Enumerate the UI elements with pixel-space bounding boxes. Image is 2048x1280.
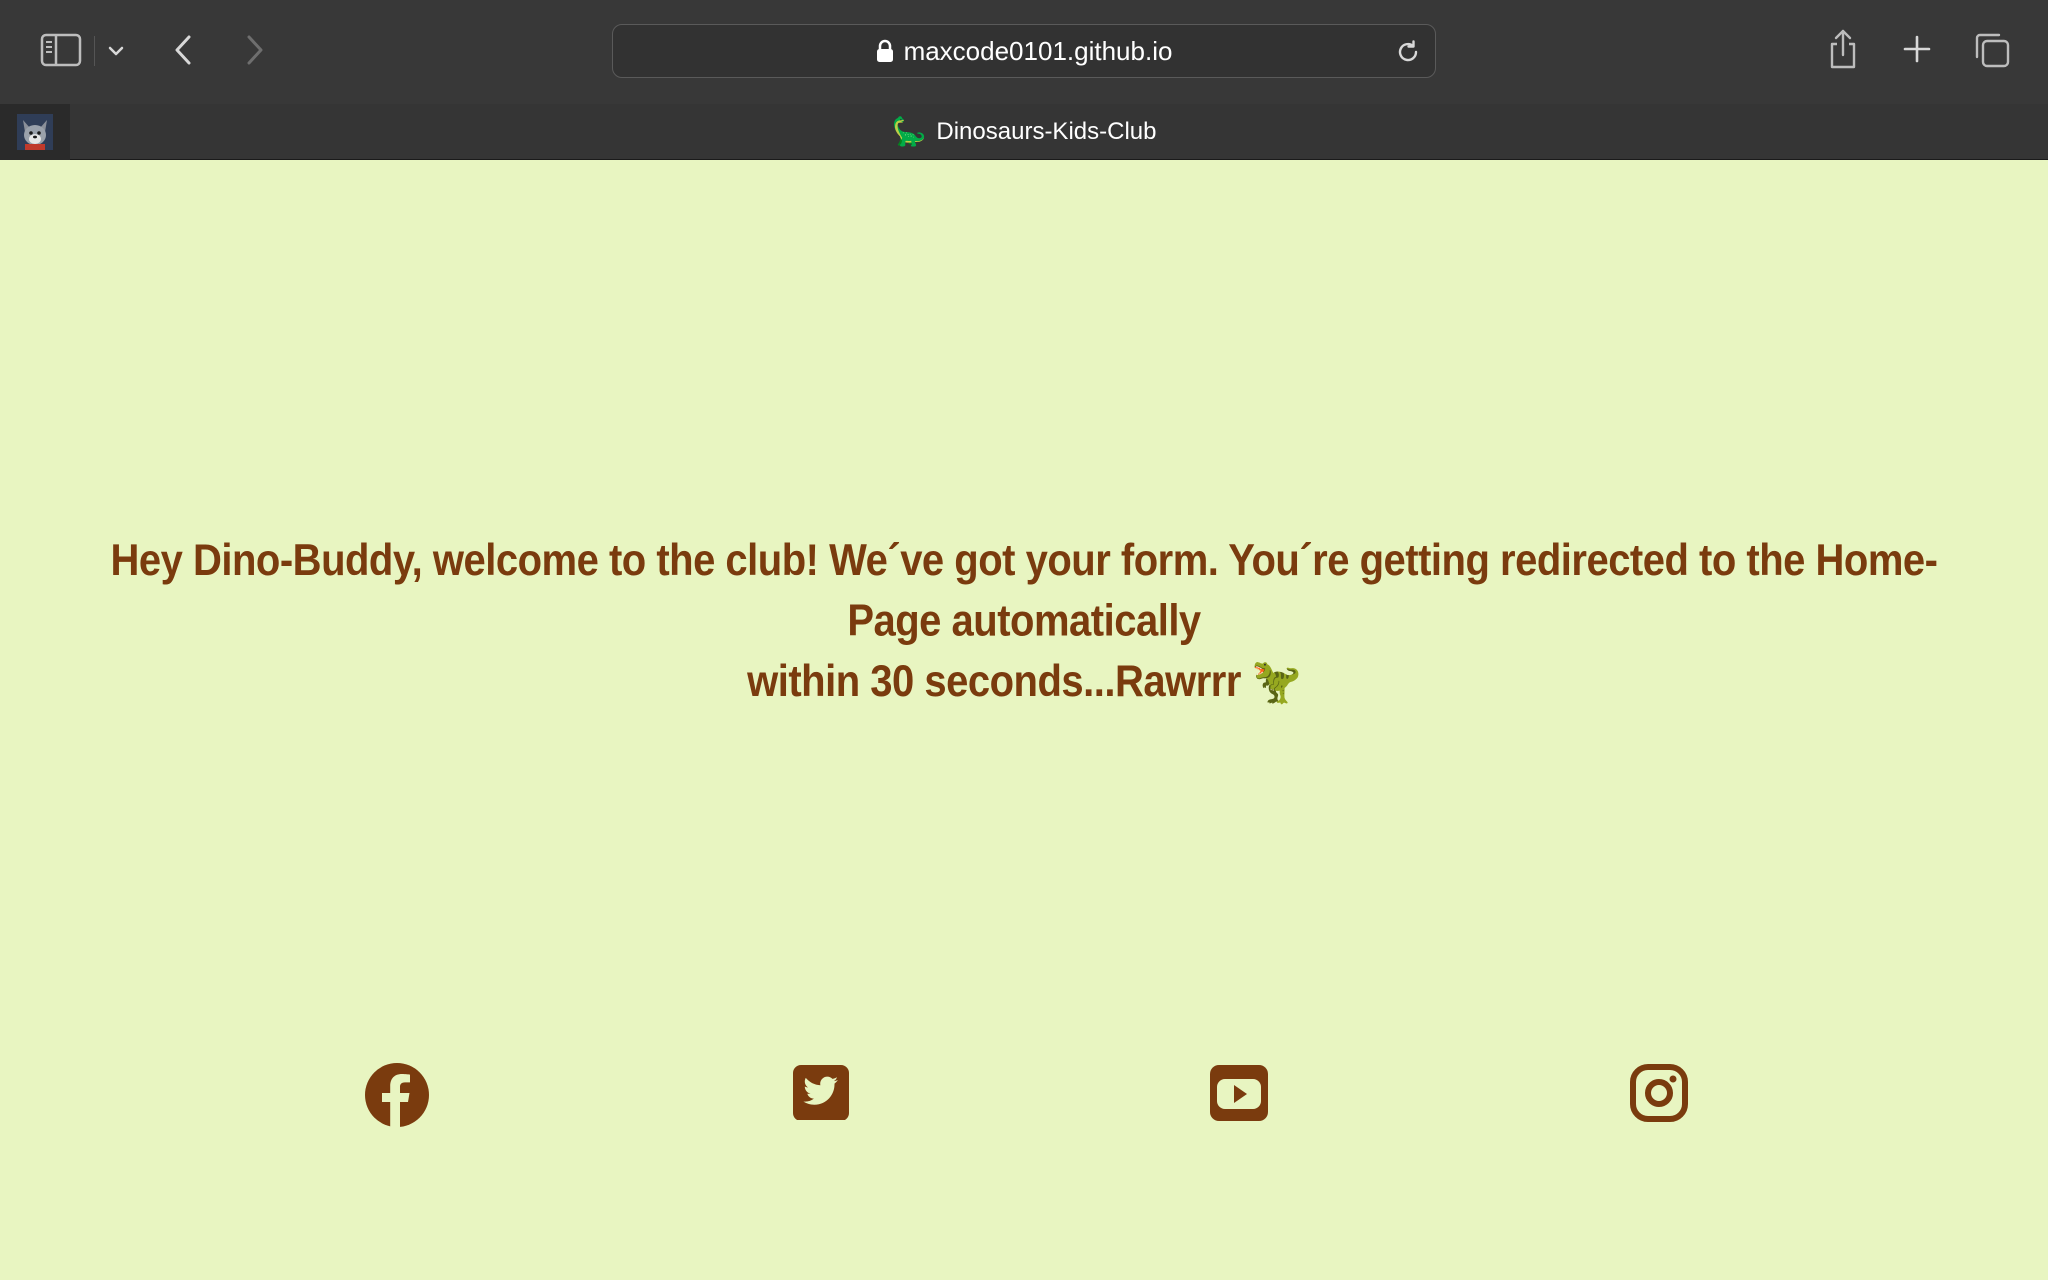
toolbar-divider — [94, 36, 95, 66]
lock-icon — [876, 39, 894, 63]
forward-icon[interactable] — [240, 30, 270, 70]
share-icon[interactable] — [1826, 26, 1860, 72]
tab-title: Dinosaurs-Kids-Club — [936, 117, 1157, 145]
welcome-message: Hey Dino-Buddy, welcome to the club! We´… — [110, 530, 1938, 711]
welcome-message-line-1: Hey Dino-Buddy, welcome to the club! We´… — [110, 535, 1938, 646]
twitter-icon[interactable] — [786, 1062, 856, 1132]
chevron-down-icon[interactable] — [104, 36, 128, 66]
instagram-icon[interactable] — [1624, 1062, 1694, 1132]
url-text: maxcode0101.github.io — [903, 35, 1173, 66]
back-icon[interactable] — [168, 30, 198, 70]
active-tab[interactable]: 🦕 Dinosaurs-Kids-Club — [0, 104, 2048, 159]
plus-icon[interactable] — [1900, 32, 1934, 66]
tab-favicon-dinosaur-icon: 🦕 — [891, 115, 927, 147]
browser-toolbar: maxcode0101.github.io — [0, 0, 2048, 104]
sidebar-icon[interactable] — [38, 30, 84, 70]
reload-icon[interactable] — [1393, 37, 1423, 67]
tabs-icon[interactable] — [1972, 30, 2012, 70]
tab-strip: 🦕 Dinosaurs-Kids-Club — [0, 104, 2048, 160]
page-content: Hey Dino-Buddy, welcome to the club! We´… — [0, 160, 2048, 1280]
address-bar[interactable]: maxcode0101.github.io — [612, 24, 1436, 78]
facebook-icon[interactable] — [362, 1062, 432, 1132]
youtube-icon[interactable] — [1204, 1062, 1274, 1132]
welcome-message-line-2: within 30 seconds...Rawrrr 🦖 — [747, 656, 1301, 707]
